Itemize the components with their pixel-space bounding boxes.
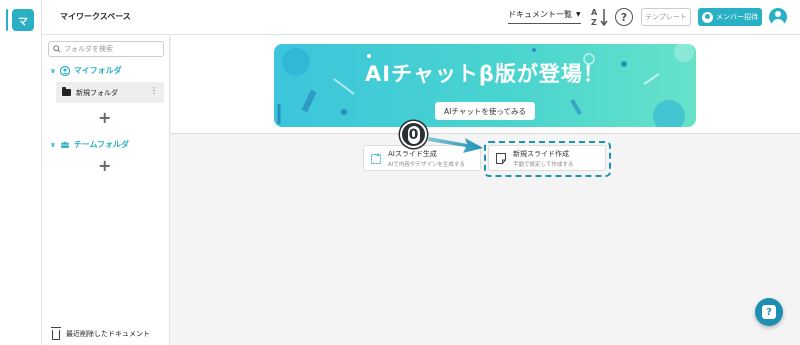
team-folder-section[interactable]: ∨ チームフォルダ (50, 139, 129, 150)
banner-title: AIチャットβ版が登場！ (365, 62, 605, 86)
sort-az-icon[interactable]: A Z (590, 7, 608, 27)
svg-text:A: A (591, 8, 598, 17)
add-my-folder-button[interactable]: + (98, 108, 111, 127)
help-chat-button[interactable]: ? (755, 298, 783, 326)
user-avatar-icon[interactable] (769, 8, 787, 26)
folder-label: 新規フォルダ (76, 88, 118, 97)
tutorial-highlight-box (484, 141, 611, 177)
main-content: AIチャットβ版が登場！ AIチャットを使ってみる AIスライド生成 AIで内容… (171, 35, 800, 345)
workspace-avatar[interactable]: マ (12, 9, 34, 31)
member-invite-label: メンバー招待 (716, 13, 758, 21)
search-icon (53, 45, 61, 53)
more-options-icon[interactable]: ⋮ (150, 86, 158, 95)
folder-search-input[interactable]: フォルダを検索 (48, 41, 164, 57)
person-icon (59, 65, 70, 76)
caret-down-icon: ▼ (576, 11, 581, 18)
chevron-down-icon: ∨ (50, 140, 56, 149)
sidebar-item-new-folder[interactable]: 新規フォルダ ⋮ (56, 82, 164, 103)
recently-deleted-link[interactable]: 最近削除したドキュメント (51, 327, 150, 340)
my-folder-label: マイフォルダ (73, 66, 122, 75)
try-ai-chat-button[interactable]: AIチャットを使ってみる (435, 102, 535, 120)
member-icon (702, 11, 713, 23)
team-icon (60, 141, 69, 148)
workspace-rail: マ (0, 0, 42, 345)
help-fab-icon: ? (762, 305, 776, 319)
top-header: マイワークスペース ドキュメント一覧 ▼ A Z ? テンプレート メンバー招待 (42, 0, 800, 35)
step-number: 0 (407, 125, 420, 144)
tutorial-arrow-icon (428, 137, 483, 153)
ai-chat-banner[interactable]: AIチャットβ版が登場！ AIチャットを使ってみる (274, 44, 696, 127)
trash-icon (51, 327, 61, 340)
ai-slide-icon (371, 152, 381, 164)
tutorial-step-badge: 0 (400, 121, 427, 148)
chevron-down-icon: ∨ (50, 66, 56, 75)
help-icon[interactable]: ? (615, 8, 633, 26)
ai-slide-subtitle: AIで内容やデザインを生成する (388, 161, 465, 168)
folder-sidebar: フォルダを検索 ∨ マイフォルダ 新規フォルダ ⋮ + ∨ チームフォルダ + … (42, 35, 170, 345)
team-folder-label: チームフォルダ (73, 140, 129, 149)
member-invite-button[interactable]: メンバー招待 (698, 8, 762, 26)
svg-text:Z: Z (591, 18, 597, 27)
workspace-active-indicator (6, 9, 8, 31)
document-list-select[interactable]: ドキュメント一覧 ▼ (508, 9, 581, 24)
workspace-title: マイワークスペース (60, 12, 131, 21)
document-list-select-label: ドキュメント一覧 (508, 10, 572, 19)
add-team-folder-button[interactable]: + (98, 156, 111, 175)
folder-search-placeholder: フォルダを検索 (64, 45, 113, 53)
recently-deleted-label: 最近削除したドキュメント (66, 330, 150, 338)
template-button[interactable]: テンプレート (641, 8, 691, 26)
top-panel: AIチャットβ版が登場！ AIチャットを使ってみる (171, 35, 800, 134)
folder-icon (62, 87, 71, 96)
my-folder-section[interactable]: ∨ マイフォルダ (50, 65, 122, 76)
